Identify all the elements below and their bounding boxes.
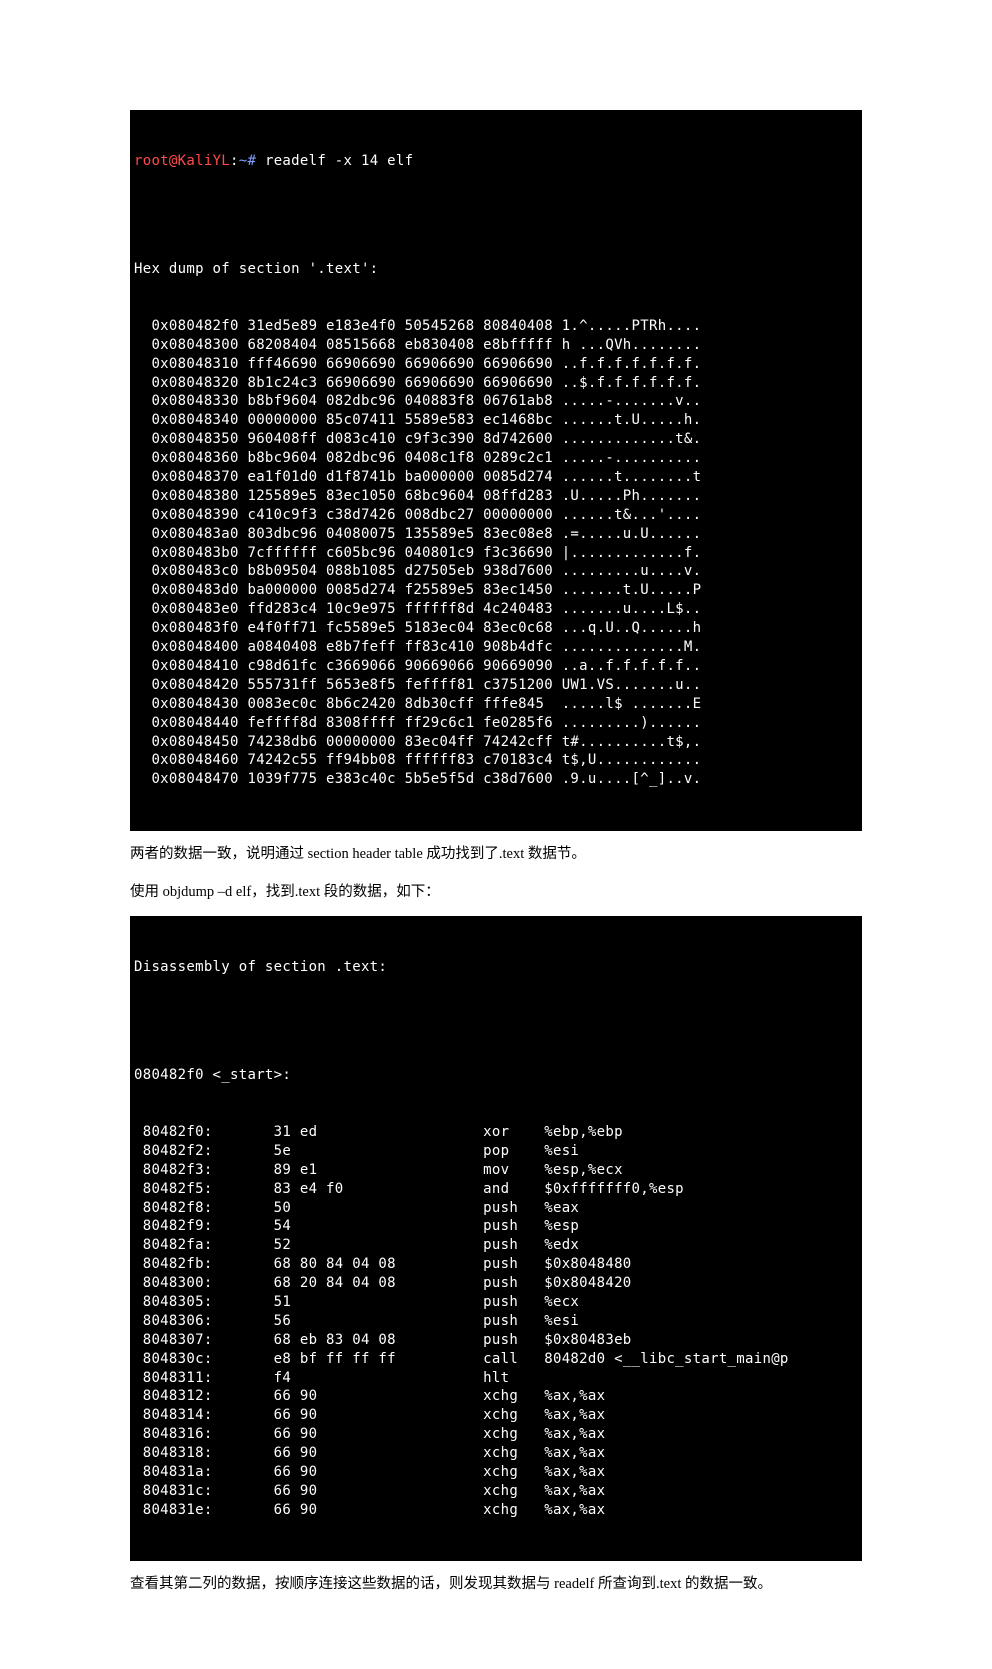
asm-row: 80482fb: 68 80 84 04 08 push $0x8048480 [134, 1255, 858, 1274]
hex-row: 0x08048390 c410c9f3 c38d7426 008dbc27 00… [134, 506, 858, 525]
hex-header: Hex dump of section '.text': [134, 260, 858, 279]
blank-line [134, 208, 858, 222]
asm-row: 8048314: 66 90 xchg %ax,%ax [134, 1406, 858, 1425]
asm-row: 8048306: 56 push %esi [134, 1312, 858, 1331]
hex-row: 0x08048330 b8bf9604 082dbc96 040883f8 06… [134, 392, 858, 411]
asm-row: 80482f5: 83 e4 f0 and $0xfffffff0,%esp [134, 1180, 858, 1199]
hex-row: 0x08048300 68208404 08515668 eb830408 e8… [134, 336, 858, 355]
prompt-colon: : [230, 153, 239, 169]
prompt-host: KaliYL [178, 153, 230, 169]
prompt-line: root@KaliYL:~# readelf -x 14 elf [134, 152, 858, 171]
asm-row: 80482fa: 52 push %edx [134, 1236, 858, 1255]
blank-line [134, 1015, 858, 1029]
asm-row: 8048318: 66 90 xchg %ax,%ax [134, 1444, 858, 1463]
asm-row: 80482f0: 31 ed xor %ebp,%ebp [134, 1123, 858, 1142]
hex-row: 0x080483f0 e4f0ff71 fc5589e5 5183ec04 83… [134, 619, 858, 638]
terminal-readelf: root@KaliYL:~# readelf -x 14 elf Hex dum… [130, 110, 862, 831]
hex-row: 0x080483b0 7cffffff c605bc96 040801c9 f3… [134, 544, 858, 563]
hex-row: 0x08048430 0083ec0c 8b6c2420 8db30cff ff… [134, 695, 858, 714]
hex-row: 0x08048420 555731ff 5653e8f5 feffff81 c3… [134, 676, 858, 695]
prompt-at: @ [169, 153, 178, 169]
asm-row: 804830c: e8 bf ff ff ff call 80482d0 <__… [134, 1350, 858, 1369]
asm-symbol-label: 080482f0 <_start>: [134, 1066, 858, 1085]
paragraph-2: 使用 objdump –d elf，找到.text 段的数据，如下： [130, 879, 862, 907]
document-page: root@KaliYL:~# readelf -x 14 elf Hex dum… [0, 0, 992, 1669]
hex-row: 0x08048450 74238db6 00000000 83ec04ff 74… [134, 733, 858, 752]
asm-row: 8048305: 51 push %ecx [134, 1293, 858, 1312]
paragraph-1: 两者的数据一致，说明通过 section header table 成功找到了.… [130, 841, 862, 869]
hex-row: 0x080483c0 b8b09504 088b1085 d27505eb 93… [134, 562, 858, 581]
hex-row: 0x08048460 74242c55 ff94bb08 ffffff83 c7… [134, 751, 858, 770]
prompt-user: root [134, 153, 169, 169]
hex-row: 0x08048340 00000000 85c07411 5589e583 ec… [134, 411, 858, 430]
asm-row: 804831a: 66 90 xchg %ax,%ax [134, 1463, 858, 1482]
terminal-objdump: Disassembly of section .text: 080482f0 <… [130, 916, 862, 1561]
prompt-path: ~# [239, 153, 256, 169]
asm-row: 80482f2: 5e pop %esi [134, 1142, 858, 1161]
asm-row: 80482f9: 54 push %esp [134, 1217, 858, 1236]
hex-row: 0x08048370 ea1f01d0 d1f8741b ba000000 00… [134, 468, 858, 487]
hex-row: 0x08048380 125589e5 83ec1050 68bc9604 08… [134, 487, 858, 506]
hex-row: 0x08048400 a0840408 e8b7feff ff83c410 90… [134, 638, 858, 657]
asm-row: 8048300: 68 20 84 04 08 push $0x8048420 [134, 1274, 858, 1293]
asm-header: Disassembly of section .text: [134, 958, 858, 977]
paragraph-3: 查看其第二列的数据，按顺序连接这些数据的话，则发现其数据与 readelf 所查… [130, 1571, 862, 1599]
asm-row: 8048311: f4 hlt [134, 1369, 858, 1388]
asm-row: 80482f8: 50 push %eax [134, 1199, 858, 1218]
hex-row: 0x08048410 c98d61fc c3669066 90669066 90… [134, 657, 858, 676]
hex-row: 0x080482f0 31ed5e89 e183e4f0 50545268 80… [134, 317, 858, 336]
hex-row: 0x08048320 8b1c24c3 66906690 66906690 66… [134, 374, 858, 393]
asm-row: 8048316: 66 90 xchg %ax,%ax [134, 1425, 858, 1444]
asm-row: 804831e: 66 90 xchg %ax,%ax [134, 1501, 858, 1520]
asm-rows: 80482f0: 31 ed xor %ebp,%ebp 80482f2: 5e… [134, 1123, 858, 1520]
hex-row: 0x08048470 1039f775 e383c40c 5b5e5f5d c3… [134, 770, 858, 789]
asm-row: 80482f3: 89 e1 mov %esp,%ecx [134, 1161, 858, 1180]
hex-row: 0x08048350 960408ff d083c410 c9f3c390 8d… [134, 430, 858, 449]
hex-rows: 0x080482f0 31ed5e89 e183e4f0 50545268 80… [134, 317, 858, 789]
hex-row: 0x08048360 b8bc9604 082dbc96 0408c1f8 02… [134, 449, 858, 468]
asm-row: 8048312: 66 90 xchg %ax,%ax [134, 1387, 858, 1406]
hex-row: 0x080483e0 ffd283c4 10c9e975 ffffff8d 4c… [134, 600, 858, 619]
asm-row: 804831c: 66 90 xchg %ax,%ax [134, 1482, 858, 1501]
hex-row: 0x08048310 fff46690 66906690 66906690 66… [134, 355, 858, 374]
hex-row: 0x08048440 feffff8d 8308ffff ff29c6c1 fe… [134, 714, 858, 733]
prompt-command: readelf -x 14 elf [256, 153, 413, 169]
hex-row: 0x080483d0 ba000000 0085d274 f25589e5 83… [134, 581, 858, 600]
asm-row: 8048307: 68 eb 83 04 08 push $0x80483eb [134, 1331, 858, 1350]
hex-row: 0x080483a0 803dbc96 04080075 135589e5 83… [134, 525, 858, 544]
